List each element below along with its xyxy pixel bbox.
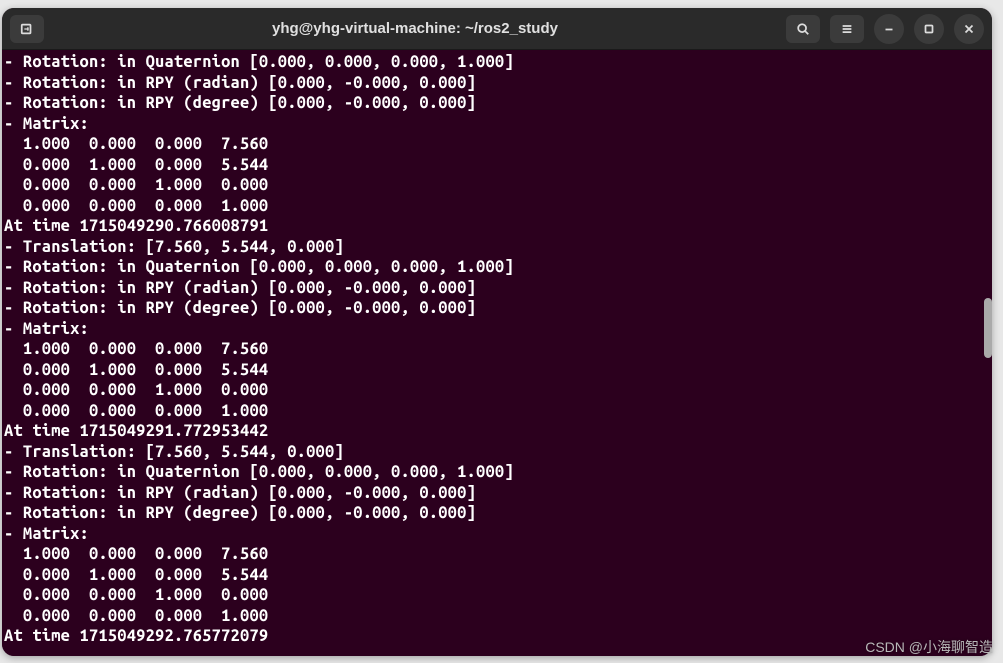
minimize-button[interactable] bbox=[874, 14, 904, 44]
maximize-icon bbox=[922, 22, 936, 36]
titlebar: yhg@yhg-virtual-machine: ~/ros2_study bbox=[2, 8, 992, 50]
search-icon bbox=[796, 22, 810, 36]
window-title: yhg@yhg-virtual-machine: ~/ros2_study bbox=[44, 20, 786, 37]
maximize-button[interactable] bbox=[914, 14, 944, 44]
close-icon bbox=[962, 22, 976, 36]
menu-button[interactable] bbox=[830, 15, 864, 43]
terminal-output[interactable]: - Rotation: in Quaternion [0.000, 0.000,… bbox=[2, 50, 992, 656]
new-tab-button[interactable] bbox=[10, 15, 44, 43]
titlebar-right bbox=[786, 14, 984, 44]
close-button[interactable] bbox=[954, 14, 984, 44]
scrollbar-thumb[interactable] bbox=[984, 298, 992, 358]
watermark: CSDN @小海聊智造 bbox=[865, 637, 993, 657]
terminal-window: yhg@yhg-virtual-machine: ~/ros2_study - … bbox=[2, 8, 992, 656]
search-button[interactable] bbox=[786, 15, 820, 43]
new-tab-icon bbox=[20, 22, 34, 36]
hamburger-icon bbox=[840, 22, 854, 36]
titlebar-left bbox=[10, 15, 44, 43]
minimize-icon bbox=[882, 22, 896, 36]
